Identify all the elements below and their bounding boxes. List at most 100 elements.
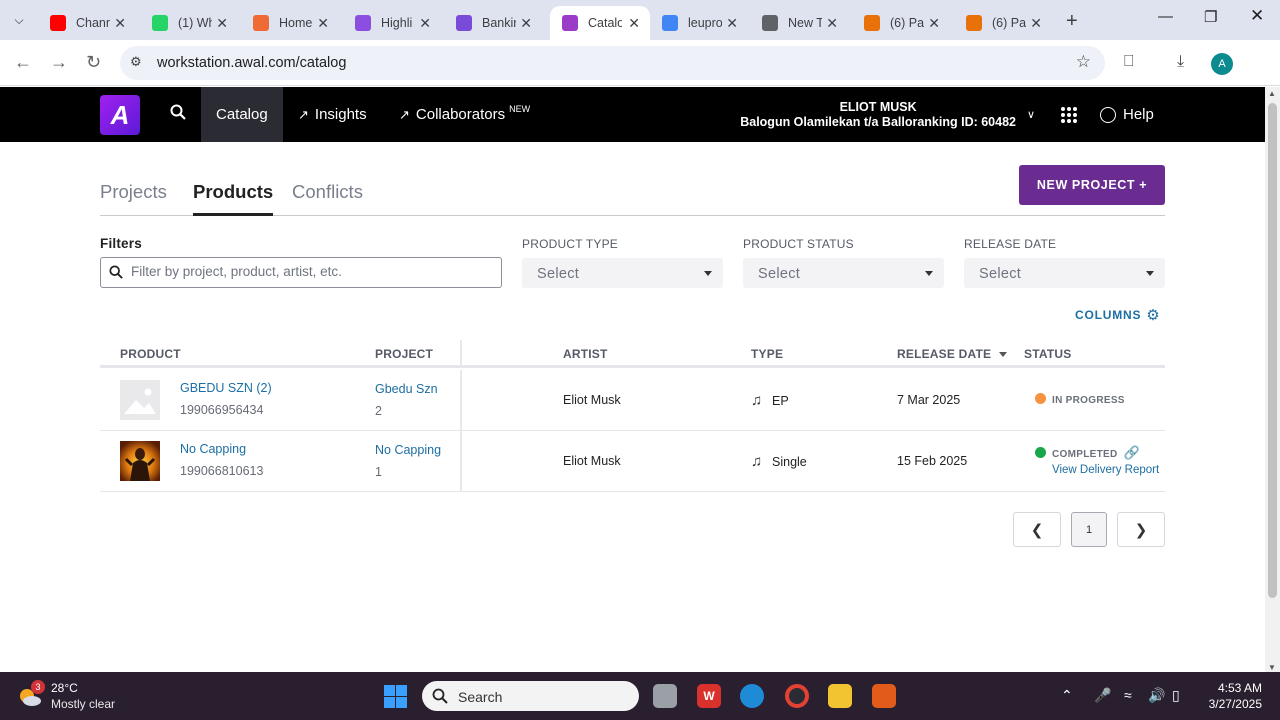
project-count: 2 — [375, 404, 382, 418]
header-release-date[interactable]: RELEASE DATE — [897, 347, 1008, 361]
browser-tab[interactable]: (6) Pa ✕ — [852, 6, 950, 40]
address-bar[interactable]: ⚙ workstation.awal.com/catalog ☆ — [120, 46, 1105, 80]
filter-search-field[interactable] — [100, 257, 502, 288]
search-icon[interactable] — [170, 104, 186, 120]
next-page-button[interactable]: ❯ — [1117, 512, 1165, 547]
battery-icon[interactable]: ▯ — [1172, 687, 1180, 704]
project-link[interactable]: No Capping — [375, 443, 441, 457]
artist-name: Eliot Musk — [563, 393, 621, 407]
file-explorer-icon[interactable] — [828, 684, 852, 708]
microphone-icon[interactable]: 🎤 — [1094, 687, 1111, 704]
close-tab-icon[interactable]: ✕ — [1030, 15, 1042, 32]
scroll-up-icon[interactable]: ▲ — [1268, 89, 1276, 98]
new-tab-button[interactable]: + — [1066, 10, 1078, 33]
windows-start-icon[interactable] — [384, 685, 407, 708]
close-tab-icon[interactable]: ✕ — [419, 15, 431, 32]
close-tab-icon[interactable]: ✕ — [520, 15, 532, 32]
close-tab-icon[interactable]: ✕ — [628, 15, 640, 32]
product-name-link[interactable]: No Capping — [180, 442, 246, 456]
chevron-down-icon[interactable]: ∨ — [1027, 108, 1035, 121]
help-button[interactable]: Help — [1100, 106, 1154, 123]
download-icon[interactable]: ⤓ — [1177, 53, 1184, 71]
awal-logo[interactable]: A — [100, 95, 140, 135]
tab-products[interactable]: Products — [193, 181, 273, 203]
edge-icon[interactable] — [740, 684, 764, 708]
reload-icon[interactable]: ↻ — [86, 52, 101, 73]
header-project[interactable]: PROJECT — [375, 347, 433, 361]
project-link[interactable]: Gbedu Szn — [375, 382, 438, 396]
close-tab-icon[interactable]: ✕ — [216, 15, 228, 32]
header-artist[interactable]: ARTIST — [563, 347, 608, 361]
browser-tab[interactable]: Home ✕ — [241, 6, 339, 40]
extensions-icon[interactable]: ⎕ — [1124, 53, 1134, 71]
product-status-select[interactable]: Select — [743, 258, 944, 288]
link-icon[interactable]: 🔗 — [1123, 445, 1139, 460]
chevron-up-icon[interactable]: ⌃ — [1061, 687, 1073, 704]
browser-tab[interactable]: Bankin ✕ — [444, 6, 542, 40]
close-window-icon[interactable]: ✕ — [1250, 6, 1264, 26]
browser-tab[interactable]: (6) Pa ✕ — [954, 6, 1052, 40]
close-tab-icon[interactable]: ✕ — [928, 15, 940, 32]
product-type-label: PRODUCT TYPE — [522, 237, 618, 251]
camera-app-icon[interactable] — [872, 684, 896, 708]
browser-tab[interactable]: leupro ✕ — [650, 6, 748, 40]
task-view-icon[interactable] — [653, 684, 677, 708]
release-date-select[interactable]: Select — [964, 258, 1165, 288]
product-name-link[interactable]: GBEDU SZN (2) — [180, 381, 272, 395]
previous-page-button[interactable]: ❮ — [1013, 512, 1061, 547]
header-status[interactable]: STATUS — [1024, 347, 1071, 361]
forward-icon[interactable]: → — [50, 52, 68, 73]
close-tab-icon[interactable]: ✕ — [114, 15, 126, 32]
header-type[interactable]: TYPE — [751, 347, 783, 361]
release-date-value: Select — [979, 266, 1022, 282]
minimize-icon[interactable]: — — [1158, 8, 1173, 25]
browser-tab[interactable]: Catalo ✕ — [550, 6, 650, 40]
taskbar-search-label: Search — [458, 689, 503, 705]
apps-grid-icon[interactable] — [1061, 107, 1077, 123]
scrollbar-thumb[interactable] — [1268, 103, 1277, 598]
tab-search-chevron-icon[interactable]: ⌵ — [6, 8, 32, 32]
close-tab-icon[interactable]: ✕ — [726, 15, 738, 32]
restore-icon[interactable]: ❐ — [1204, 8, 1217, 26]
sort-descending-icon[interactable] — [999, 352, 1008, 358]
profile-avatar[interactable]: A — [1211, 53, 1233, 75]
back-icon[interactable]: ← — [14, 52, 32, 73]
bookmark-star-icon[interactable]: ☆ — [1076, 52, 1091, 72]
wps-office-icon[interactable]: W — [697, 684, 721, 708]
browser-tab[interactable]: Chann ✕ — [38, 6, 136, 40]
tab-title: Bankin — [482, 16, 516, 30]
table-row: GBEDU SZN (2) 199066956434 Gbedu Szn 2 E… — [100, 370, 1165, 431]
url-text[interactable]: workstation.awal.com/catalog — [157, 55, 346, 71]
close-tab-icon[interactable]: ✕ — [317, 15, 329, 32]
columns-button[interactable]: COLUMNS ⚙ — [1075, 306, 1161, 324]
volume-icon[interactable]: 🔊 — [1148, 687, 1165, 704]
page-scrollbar[interactable]: ▲ ▼ — [1265, 87, 1280, 672]
type-value: Single — [772, 455, 807, 469]
browser-tab[interactable]: Highli ✕ — [343, 6, 441, 40]
user-account-menu[interactable]: ELIOT MUSK Balogun Olamilekan t/a Ballor… — [740, 100, 1016, 130]
system-clock[interactable]: 4:53 AM 3/27/2025 — [1198, 680, 1262, 712]
release-date-value: 7 Mar 2025 — [897, 393, 961, 407]
chrome-icon[interactable] — [785, 684, 809, 708]
browser-tab[interactable]: (1) Wh ✕ — [140, 6, 238, 40]
site-info-icon[interactable]: ⚙ — [130, 54, 142, 70]
tab-conflicts[interactable]: Conflicts — [292, 181, 363, 203]
nav-insights[interactable]: ↗ Insights — [298, 87, 367, 142]
filter-search-input[interactable] — [131, 264, 491, 279]
wifi-icon[interactable]: ≈ — [1124, 687, 1132, 703]
nav-catalog[interactable]: Catalog — [201, 87, 283, 142]
header-product[interactable]: PRODUCT — [120, 347, 181, 361]
view-delivery-report-link[interactable]: View Delivery Report — [1052, 464, 1159, 476]
product-type-select[interactable]: Select — [522, 258, 723, 288]
taskbar-search[interactable]: Search — [422, 681, 639, 711]
scroll-down-icon[interactable]: ▼ — [1268, 663, 1276, 672]
caret-down-icon — [925, 271, 933, 276]
chevron-left-icon: ❮ — [1030, 521, 1044, 539]
columns-label: COLUMNS — [1075, 308, 1142, 322]
nav-collaborators[interactable]: ↗ Collaborators NEW — [399, 87, 530, 142]
browser-tab[interactable]: New T ✕ — [750, 6, 848, 40]
close-tab-icon[interactable]: ✕ — [826, 15, 838, 32]
tab-projects[interactable]: Projects — [100, 181, 167, 203]
new-project-button[interactable]: NEW PROJECT + — [1019, 165, 1165, 205]
page-number-button[interactable]: 1 — [1071, 512, 1107, 547]
